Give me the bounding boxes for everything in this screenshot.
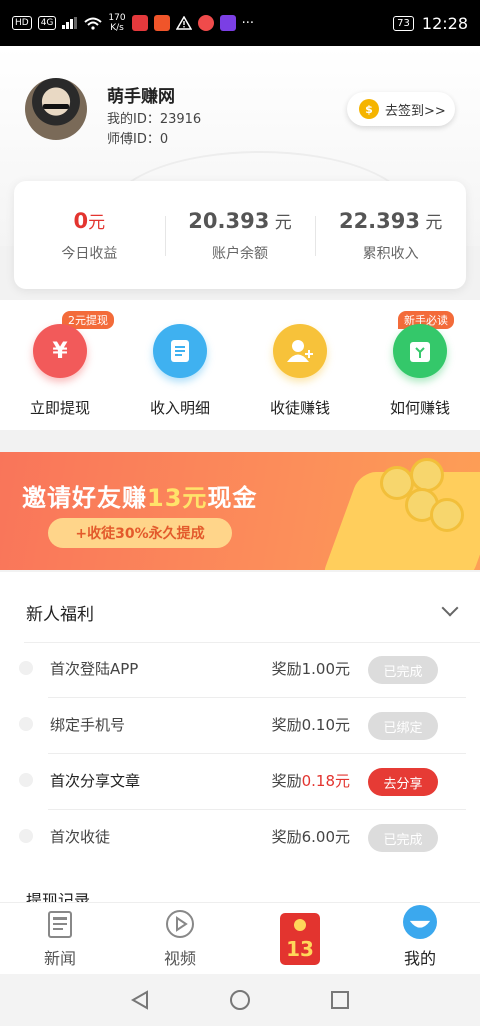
tab-news[interactable]: 新闻 [0, 903, 120, 974]
task-status-button[interactable]: 已完成 [368, 656, 438, 684]
newbie-welfare-section: 新人福利 首次登陆APP 奖励1.00元 已完成 绑定手机号 奖励0.10元 已… [0, 572, 480, 902]
stat-unit: 元 [88, 212, 106, 233]
checkin-label: 去签到>> [385, 103, 446, 119]
clock: 12:28 [421, 13, 468, 33]
banner-pill: +收徒30%永久提成 [48, 518, 232, 548]
stat-today[interactable]: 0元 今日收益 [14, 208, 165, 263]
timeline-dot [19, 829, 33, 843]
coin-illustration [430, 498, 464, 532]
action-income-detail[interactable]: 收入明细 [120, 300, 240, 430]
list-item: 绑定手机号 奖励0.10元 已绑定 [0, 698, 480, 754]
earnings-card: 0元 今日收益 20.393 元 账户余额 22.393 元 累积收入 [14, 181, 466, 289]
task-title: 首次收徒 [50, 828, 111, 846]
red-packet-icon: 13 [280, 913, 320, 965]
stat-unit: 元 [420, 212, 443, 233]
warning-icon [175, 16, 192, 30]
video-icon [166, 910, 194, 938]
list-item: 首次登陆APP 奖励1.00元 已完成 [0, 642, 480, 698]
task-status-button[interactable]: 已完成 [368, 824, 438, 852]
action-label: 收徒赚钱 [269, 399, 330, 417]
task-reward: 奖励0.18元 [271, 772, 350, 790]
tab-label: 视频 [163, 949, 196, 968]
yen-icon: ¥ [33, 324, 87, 378]
add-user-icon [273, 324, 327, 378]
action-recruit[interactable]: 收徒赚钱 [240, 300, 360, 430]
banner-title: 邀请好友赚13元现金 [22, 484, 258, 512]
task-title: 绑定手机号 [50, 716, 126, 734]
back-icon[interactable] [129, 989, 151, 1011]
document-icon [153, 324, 207, 378]
avatar[interactable] [25, 78, 87, 140]
tab-label: 新闻 [43, 949, 76, 968]
action-how-to-earn[interactable]: 新手必读 如何赚钱 [360, 300, 480, 430]
stat-value: 20.393 [188, 208, 270, 233]
news-icon [48, 911, 72, 938]
bottom-tab-bar: 新闻 视频 13 我的 [0, 902, 480, 974]
stat-label: 累积收入 [362, 245, 419, 262]
user-name: 萌手赚网 [107, 87, 175, 107]
tab-video[interactable]: 视频 [120, 903, 240, 974]
app-notification-icon [153, 15, 170, 31]
tab-mine[interactable]: 我的 [360, 903, 480, 974]
task-title: 首次登陆APP [50, 660, 139, 678]
battery-indicator: 73 [393, 15, 414, 31]
recents-icon[interactable] [329, 989, 351, 1011]
master-id: 师傅ID：0 [107, 132, 169, 147]
user-id: 我的ID：23916 [107, 112, 202, 127]
wallet-icon [393, 324, 447, 378]
stat-unit: 元 [269, 212, 292, 233]
stat-label: 今日收益 [61, 245, 118, 262]
signal-icon [62, 17, 78, 29]
share-button[interactable]: 去分享 [368, 768, 438, 796]
action-label: 立即提现 [29, 399, 90, 417]
stat-value: 22.393 [338, 208, 420, 233]
network-speed: 170 K/s [108, 13, 126, 33]
task-reward: 奖励6.00元 [271, 828, 350, 846]
stat-balance[interactable]: 20.393 元 账户余额 [164, 208, 316, 263]
chevron-down-icon[interactable] [441, 599, 459, 617]
checkin-button[interactable]: $ 去签到>> [347, 92, 455, 126]
section-title: 新人福利 [26, 605, 94, 625]
coin-icon: $ [359, 99, 379, 119]
action-label: 如何赚钱 [389, 399, 450, 417]
tab-label: 我的 [403, 949, 436, 968]
app-notification-icon [219, 15, 236, 31]
network-4g-indicator: 4G [37, 16, 57, 30]
stat-label: 账户余额 [212, 245, 268, 262]
profile-icon [403, 905, 437, 939]
stat-total[interactable]: 22.393 元 累积收入 [315, 208, 466, 263]
timeline-dot [19, 717, 33, 731]
task-reward: 奖励1.00元 [271, 660, 350, 678]
tab-red-packet[interactable]: 13 [240, 903, 360, 974]
invite-banner[interactable]: 邀请好友赚13元现金 +收徒30%永久提成 [0, 452, 480, 570]
app-notification-icon [131, 15, 148, 31]
list-item: 首次分享文章 奖励0.18元 去分享 [0, 754, 480, 810]
action-label: 收入明细 [149, 399, 210, 417]
task-status-button[interactable]: 已绑定 [368, 712, 438, 740]
action-withdraw[interactable]: 2元提现 ¥ 立即提现 [0, 300, 120, 430]
status-bar: HD 4G 170 K/s ··· 73 12:28 [0, 0, 480, 46]
hd-indicator: HD [12, 16, 32, 30]
timeline-dot [19, 773, 33, 787]
list-item: 首次收徒 奖励6.00元 已完成 [0, 810, 480, 866]
home-icon[interactable] [229, 989, 251, 1011]
wifi-icon [84, 17, 103, 30]
app-notification-icon [197, 15, 214, 31]
stat-value: 0 [73, 208, 89, 233]
task-title: 首次分享文章 [50, 772, 141, 790]
more-notifications: ··· [241, 15, 254, 31]
coin-illustration [410, 458, 444, 492]
quick-actions: 2元提现 ¥ 立即提现 收入明细 收徒赚钱 新手必读 如何赚钱 [0, 300, 480, 430]
task-reward: 奖励0.10元 [271, 716, 350, 734]
timeline-dot [19, 661, 33, 675]
system-nav-bar [0, 974, 480, 1026]
